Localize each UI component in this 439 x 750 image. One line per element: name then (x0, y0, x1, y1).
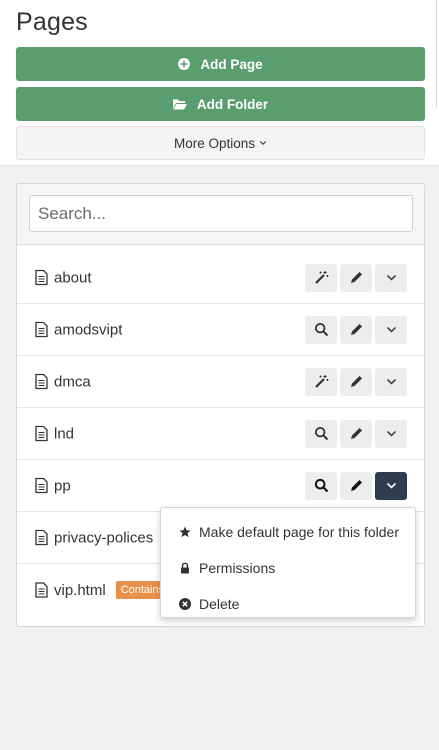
edit-button[interactable] (340, 315, 372, 344)
page-row-pp[interactable]: pp (17, 460, 424, 512)
file-icon (35, 321, 48, 338)
page-name[interactable]: about (54, 269, 92, 286)
page-row-amodsvipt[interactable]: amodsvipt (17, 304, 424, 356)
search-area (17, 184, 424, 245)
chevron-down-icon (386, 274, 396, 281)
page-row-lnd[interactable]: lnd (17, 408, 424, 460)
file-icon (35, 477, 48, 494)
star-icon (179, 526, 191, 538)
page-name[interactable]: pp (54, 477, 71, 494)
file-icon (35, 529, 48, 546)
page-name[interactable]: privacy-polices (54, 529, 153, 546)
status-badge: Contains (115, 581, 164, 599)
chevron-down-icon (386, 430, 396, 437)
chevron-down-icon (259, 140, 267, 146)
menu-item-label: Permissions (199, 560, 276, 576)
pencil-icon (350, 376, 362, 387)
delete-menu-item[interactable]: Delete (161, 586, 415, 622)
add-page-button[interactable]: Add Page (16, 47, 425, 81)
row-menu-button[interactable] (375, 367, 407, 396)
search-input[interactable] (29, 195, 413, 232)
chevron-down-icon (386, 326, 396, 333)
make-default-menu-item[interactable]: Make default page for this folder (161, 514, 415, 550)
plus-circle-icon (178, 58, 191, 70)
view-button[interactable] (305, 315, 337, 344)
menu-item-label: Delete (199, 596, 240, 612)
edit-button[interactable] (340, 263, 372, 292)
search-icon (314, 322, 328, 337)
pencil-icon (350, 480, 362, 491)
file-icon (35, 425, 48, 442)
search-icon (314, 426, 328, 441)
edit-button[interactable] (340, 367, 372, 396)
more-options-label: More Options (173, 135, 256, 151)
permissions-menu-item[interactable]: Permissions (161, 550, 415, 586)
chevron-down-icon (386, 378, 396, 385)
page-header: Pages Add Page Add Folder More Options (0, 0, 439, 166)
row-menu-button[interactable] (375, 419, 407, 448)
page-name[interactable]: lnd (54, 425, 74, 442)
page-name[interactable]: dmca (54, 373, 91, 390)
times-circle-icon (179, 598, 191, 610)
pencil-icon (350, 428, 362, 439)
page-name[interactable]: vip.html (54, 582, 106, 599)
file-icon (35, 269, 48, 286)
magic-wand-button[interactable] (305, 263, 337, 292)
pencil-icon (350, 324, 362, 335)
search-icon (314, 478, 328, 493)
magic-wand-button[interactable] (305, 367, 337, 396)
add-page-label: Add Page (200, 56, 263, 72)
file-icon (35, 373, 48, 390)
add-folder-label: Add Folder (196, 96, 269, 112)
page-row-about[interactable]: about (17, 252, 424, 304)
view-button[interactable] (305, 471, 337, 500)
pencil-icon (350, 272, 362, 283)
magic-wand-icon (314, 271, 328, 284)
edit-button[interactable] (340, 471, 372, 500)
file-icon (35, 582, 48, 598)
view-button[interactable] (305, 419, 337, 448)
page-row-dmca[interactable]: dmca (17, 356, 424, 408)
page-name[interactable]: amodsvipt (54, 321, 122, 338)
row-menu-button[interactable] (375, 263, 407, 292)
lock-icon (181, 562, 189, 574)
page-title: Pages (16, 8, 88, 36)
row-menu-button[interactable] (375, 315, 407, 344)
chevron-down-icon (386, 482, 396, 489)
row-menu-button-active[interactable] (375, 471, 407, 500)
row-dropdown-menu: Make default page for this folder Permis… (160, 507, 416, 618)
folder-open-icon (172, 99, 187, 110)
more-options-button[interactable]: More Options (16, 126, 425, 160)
menu-item-label: Make default page for this folder (199, 524, 400, 540)
edit-button[interactable] (340, 419, 372, 448)
magic-wand-icon (314, 375, 328, 388)
add-folder-button[interactable]: Add Folder (16, 87, 425, 121)
